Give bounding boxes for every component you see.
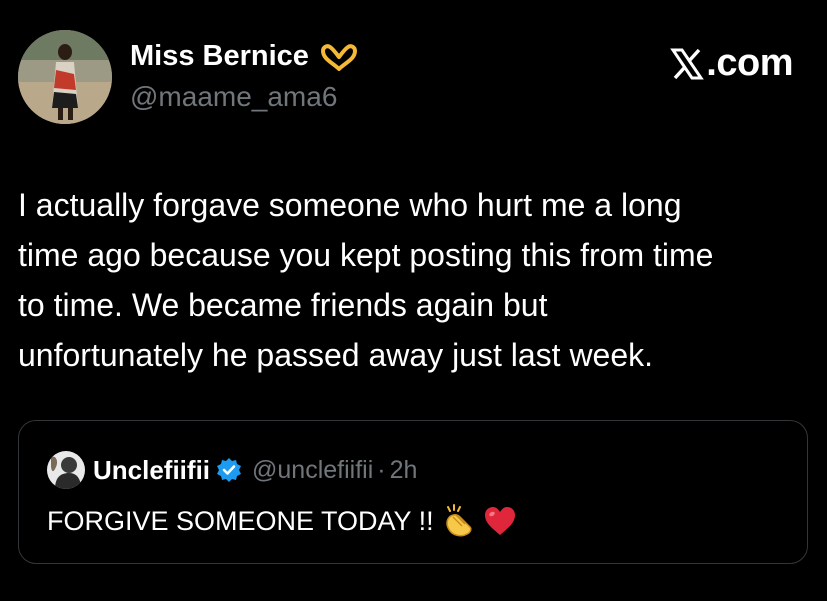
quoted-tweet-text: FORGIVE SOMEONE TODAY !! xyxy=(47,505,434,536)
quoted-tweet-separator: · xyxy=(377,455,386,484)
tweet-text: I actually forgave someone who hurt me a… xyxy=(18,187,714,373)
brand-watermark: .com xyxy=(670,42,793,85)
quoted-tweet-card[interactable]: Unclefiifii @unclefiifii · 2h FORGIVE SO… xyxy=(18,420,808,564)
quoted-tweet-text-row: FORGIVE SOMEONE TODAY !! xyxy=(47,503,518,539)
brand-label: .com xyxy=(706,42,793,84)
verified-badge-icon xyxy=(216,457,242,483)
quoted-tweet-header: Unclefiifii @unclefiifii · 2h xyxy=(47,451,417,489)
author-display-name[interactable]: Miss Bernice xyxy=(130,40,359,73)
quoted-author-handle[interactable]: @unclefiifii xyxy=(252,456,373,485)
heart-hands-icon xyxy=(319,43,359,71)
x-logo-icon xyxy=(670,47,705,81)
quoted-author-avatar[interactable] xyxy=(47,451,85,489)
red-heart-icon xyxy=(482,503,518,539)
quoted-author-display-name[interactable]: Unclefiifii xyxy=(93,455,210,486)
clapping-hands-icon xyxy=(440,503,476,539)
quoted-tweet-timestamp[interactable]: 2h xyxy=(390,456,418,485)
author-handle[interactable]: @maame_ama6 xyxy=(130,81,337,113)
author-avatar[interactable] xyxy=(18,30,112,124)
author-display-name-text: Miss Bernice xyxy=(130,40,309,72)
